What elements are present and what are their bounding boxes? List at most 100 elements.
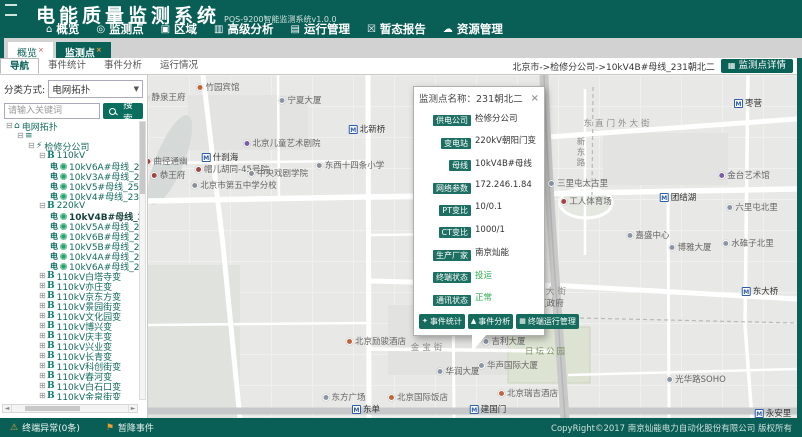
collapse-icon[interactable]: ⊟: [6, 121, 14, 131]
field-value: 10/0.1: [475, 202, 502, 212]
window-tab-1[interactable]: 监测点×: [56, 42, 111, 58]
collapse-icon[interactable]: ⊟: [39, 151, 47, 161]
metro-icon: M: [349, 125, 358, 134]
event-analysis-button[interactable]: ▲事件分析: [468, 314, 513, 329]
v-scroll-thumb[interactable]: [140, 122, 145, 194]
busbar-icon: B: [47, 381, 55, 391]
field-label: 变电站: [441, 138, 471, 149]
classify-select[interactable]: 电网拓扑 ▼: [48, 80, 143, 98]
nav-item-overview[interactable]: ⌂概览: [46, 21, 79, 37]
stats-icon: ✦: [422, 314, 428, 329]
tree-item[interactable]: ⊟⚡检修分公司: [0, 141, 139, 151]
popup-rows: 供电公司检修分公司变电站220kV朝阳门变母线10kV4B#母线网络参数172.…: [419, 108, 539, 306]
expand-icon[interactable]: ⊞: [39, 361, 47, 371]
map-label: 静泉王府: [148, 91, 186, 103]
map-label: 博雅大厦: [668, 241, 711, 253]
tab-close-icon[interactable]: ×: [96, 46, 102, 54]
expand-icon[interactable]: ⊞: [39, 381, 47, 391]
expand-icon[interactable]: ⊞: [39, 311, 47, 321]
main-nav: ⌂概览 ◎监测点 ▣区域 ▥高级分析 ▤运行管理 ☒暂态报告 ☁资源管理: [46, 21, 503, 37]
nav-item-advanced-analysis[interactable]: ▥高级分析: [214, 21, 273, 37]
report-icon: ☒: [367, 24, 376, 35]
status-item-sag-events[interactable]: ⚑暂降事件: [106, 421, 154, 434]
map-label: M永安里: [755, 407, 792, 418]
tree-item[interactable]: 电10kV4#母线_232 120: [0, 191, 139, 201]
expand-icon[interactable]: ⊞: [39, 391, 47, 400]
tree-h-scrollbar[interactable]: ◄ ►: [2, 404, 138, 413]
tab-close-icon[interactable]: ×: [38, 46, 44, 54]
close-icon[interactable]: ×: [531, 94, 539, 103]
popup-row: 网络参数172.246.1.84: [419, 176, 539, 195]
poi-icon: [548, 180, 555, 187]
gear-icon: [60, 253, 67, 260]
gear-icon: [60, 173, 67, 180]
collapse-icon[interactable]: ⊟: [28, 141, 36, 151]
expand-icon[interactable]: ⊞: [39, 301, 47, 311]
panel-tab-0[interactable]: 导航: [0, 58, 39, 74]
expand-icon[interactable]: ⊞: [39, 341, 47, 351]
menu-icon[interactable]: [5, 4, 17, 16]
scroll-left-icon[interactable]: ◄: [3, 405, 12, 412]
collapse-icon[interactable]: ⊟: [39, 201, 47, 211]
monitor-detail-button[interactable]: ▦ 监测点详情: [721, 59, 793, 73]
popup-row: 供电公司检修分公司: [419, 108, 539, 127]
expand-icon[interactable]: ⊞: [39, 291, 47, 301]
busbar-icon: B: [47, 291, 55, 301]
nav-item-transient-report[interactable]: ☒暂态报告: [367, 21, 426, 37]
expand-icon[interactable]: ⊞: [39, 271, 47, 281]
tree-item[interactable]: ⊟⌂电网拓扑: [0, 121, 139, 131]
right-border: [797, 58, 802, 418]
poi-icon: [668, 244, 675, 251]
nav-item-resource-management[interactable]: ☁资源管理: [443, 21, 503, 37]
map-label: 中央戏剧学院: [248, 167, 308, 179]
nav-item-region[interactable]: ▣区域: [161, 21, 197, 37]
expand-icon[interactable]: ⊞: [39, 351, 47, 361]
panel-tab-3[interactable]: 运行情况: [151, 58, 207, 74]
field-label: CT变比: [439, 227, 471, 238]
tree-v-scrollbar[interactable]: [139, 121, 146, 400]
map-label: M什刹海: [202, 151, 239, 163]
gear-icon: [60, 213, 67, 220]
poi-icon: [346, 338, 353, 345]
collapse-icon[interactable]: ⊟: [17, 131, 25, 141]
busbar-icon: B: [47, 321, 55, 331]
nav-item-operation-management[interactable]: ▤运行管理: [291, 21, 350, 37]
expand-icon[interactable]: ⊞: [39, 281, 47, 291]
status-item-terminal-abnormal[interactable]: ⚠终端异常(0条): [10, 421, 80, 434]
map-label: M枣营: [734, 97, 762, 109]
map-label: 北京儿童艺术剧院: [243, 137, 320, 149]
warning-icon: ⚠: [10, 423, 18, 433]
window-tab-0[interactable]: 概览×: [8, 42, 53, 58]
search-input[interactable]: [4, 103, 100, 119]
map-canvas[interactable]: 竹园宾馆静泉王府宁夏大厦M北新桥东直门外大街M枣营北京儿童艺术剧院M什刹海曲径通…: [148, 75, 797, 418]
nav-item-monitor-points[interactable]: ◎监测点: [96, 21, 143, 37]
map-label: 华润大厦: [436, 365, 479, 377]
field-value: 检修分公司: [475, 112, 518, 124]
search-icon: [109, 108, 116, 115]
home-icon: ⌂: [46, 24, 52, 35]
search-button[interactable]: 搜索: [103, 103, 143, 119]
map-label: 光华路SOHO: [666, 373, 726, 385]
scroll-right-icon[interactable]: ►: [128, 405, 137, 412]
expand-icon[interactable]: ⊞: [39, 331, 47, 341]
field-label: PT变比: [439, 205, 471, 216]
terminal-icon: ▦: [519, 314, 526, 329]
panel-tab-1[interactable]: 事件统计: [39, 58, 95, 74]
poi-icon: [243, 140, 250, 147]
panel-tab-2[interactable]: 事件分析: [95, 58, 151, 74]
field-label: 生产厂家: [433, 250, 471, 261]
map-label: 金台艺术馆: [718, 169, 770, 181]
terminal-ops-button[interactable]: ▦终端运行管理: [516, 314, 579, 329]
metro-icon: M: [470, 405, 479, 414]
poi-icon: [195, 166, 202, 173]
event-stats-button[interactable]: ✦事件统计: [419, 314, 465, 329]
map-label: 东直门外大街: [583, 117, 652, 129]
map-label: 水碓子北里: [722, 237, 774, 249]
map-label: 北京国际饭店: [388, 391, 448, 403]
expand-icon[interactable]: ⊞: [39, 371, 47, 381]
poi-icon: [148, 158, 151, 165]
chevron-down-icon: ▼: [134, 85, 139, 93]
expand-icon[interactable]: ⊞: [39, 321, 47, 331]
popup-row: 通讯状态正常: [419, 288, 539, 307]
h-scroll-thumb[interactable]: [25, 406, 80, 411]
